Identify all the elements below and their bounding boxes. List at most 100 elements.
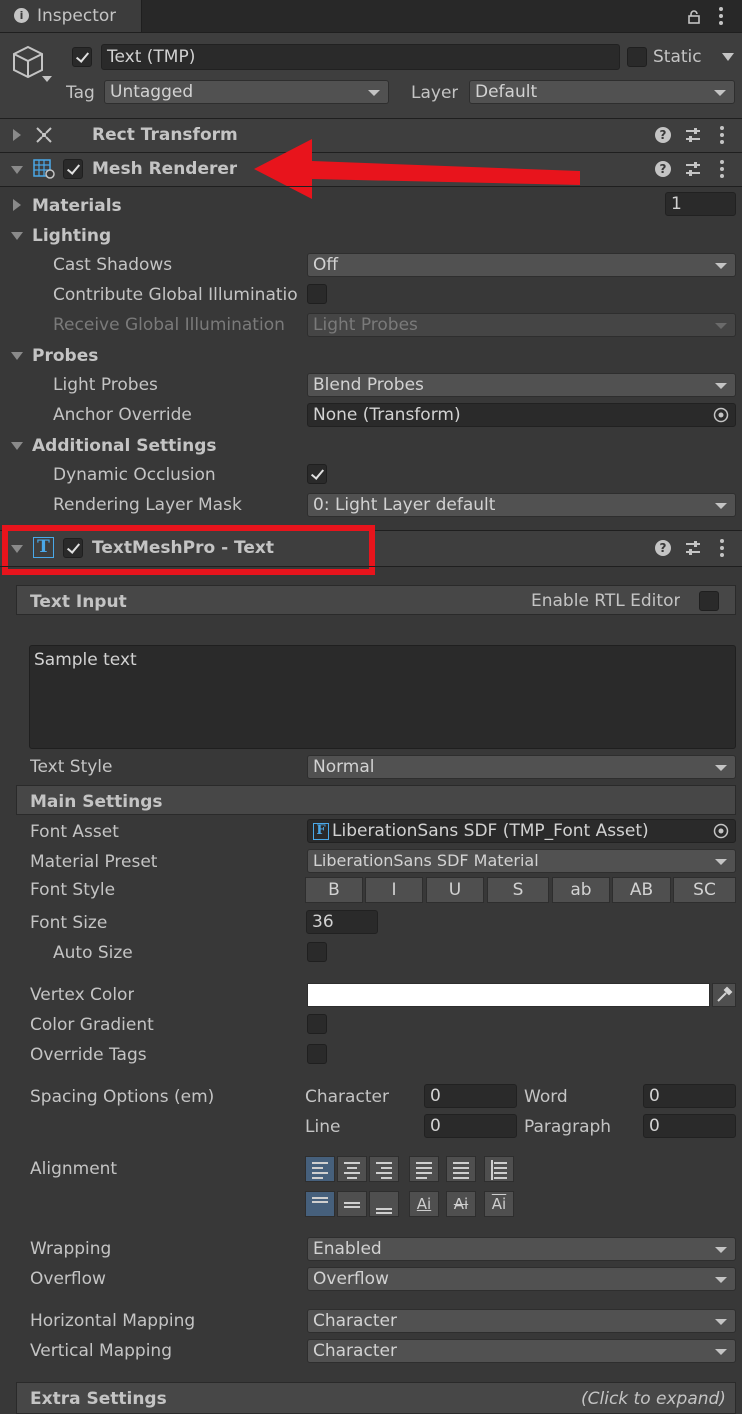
align-bottom-button[interactable] [369,1191,399,1217]
material-preset-dropdown[interactable]: LiberationSans SDF Material [307,849,736,873]
line-spacing-field[interactable]: 0 [424,1114,517,1138]
align-flush-button[interactable] [446,1156,476,1182]
chevron-down-icon [714,90,726,96]
font-style-uppercase-button[interactable]: AB [612,877,671,903]
vertex-color-swatch[interactable] [307,983,710,1007]
font-style-lowercase-button[interactable]: ab [552,877,610,903]
font-style-strikethrough-button[interactable]: S [487,877,549,903]
chevron-down-icon [715,1319,727,1325]
font-asset-field[interactable]: F LiberationSans SDF (TMP_Font Asset) [307,819,736,843]
align-baseline-button[interactable]: Ai [409,1191,439,1217]
light-probes-dropdown[interactable]: Blend Probes [307,373,736,397]
component-menu-icon[interactable] [720,160,724,178]
font-style-label: Font Style [30,880,116,900]
layer-dropdown[interactable]: Default [469,80,735,104]
mesh-renderer-title: Mesh Renderer [92,159,238,179]
dynamic-occlusion-checkbox[interactable] [307,464,327,484]
font-size-field[interactable]: 36 [306,910,378,934]
lock-icon[interactable] [688,9,700,24]
object-active-checkbox[interactable] [72,47,92,67]
probes-label[interactable]: Probes [32,345,98,367]
object-picker-icon[interactable] [713,823,729,839]
lighting-collapse-icon[interactable] [11,232,23,240]
preset-sliders-icon[interactable] [685,161,701,177]
align-capline-button[interactable]: Ai [484,1191,514,1217]
chevron-down-icon [715,263,727,269]
static-dropdown-icon[interactable] [722,53,734,61]
light-probes-label: Light Probes [53,375,158,395]
rtl-editor-label: Enable RTL Editor [531,591,681,611]
font-style-smallcaps-button[interactable]: SC [673,877,736,903]
character-spacing-field[interactable]: 0 [424,1084,517,1108]
component-menu-icon[interactable] [720,539,724,557]
vertical-mapping-dropdown[interactable]: Character [307,1339,736,1363]
tag-value: Untagged [110,82,194,102]
wrapping-label: Wrapping [30,1239,112,1259]
paragraph-spacing-field[interactable]: 0 [643,1114,736,1138]
additional-collapse-icon[interactable] [11,442,23,450]
help-icon[interactable]: ? [655,127,671,143]
tag-dropdown[interactable]: Untagged [104,80,389,104]
font-style-italic-button[interactable]: I [365,877,423,903]
override-tags-label: Override Tags [30,1045,147,1065]
lighting-label[interactable]: Lighting [32,225,111,247]
eyedropper-icon[interactable] [712,983,736,1007]
rendering-layer-dropdown[interactable]: 0: Light Layer default [307,493,736,517]
align-center-button[interactable] [337,1156,367,1182]
object-name-field[interactable]: Text (TMP) [101,44,620,70]
vertical-mapping-label: Vertical Mapping [30,1341,172,1361]
align-top-button[interactable] [305,1191,335,1217]
align-justified-button[interactable] [409,1156,439,1182]
override-tags-checkbox[interactable] [307,1044,327,1064]
preset-sliders-icon[interactable] [685,127,701,143]
extra-settings-hint: (Click to expand) [581,1389,726,1409]
text-input-area[interactable]: Sample text [29,645,736,749]
rendering-layer-label: Rendering Layer Mask [53,495,242,515]
additional-settings-label[interactable]: Additional Settings [32,435,217,457]
color-gradient-checkbox[interactable] [307,1014,327,1034]
materials-expand-icon[interactable] [13,199,21,211]
preset-sliders-icon[interactable] [685,540,701,556]
receive-gi-value: Light Probes [313,315,418,335]
word-spacing-field[interactable]: 0 [643,1084,736,1108]
object-picker-icon[interactable] [713,407,729,423]
mesh-renderer-enabled-checkbox[interactable] [63,159,83,179]
overflow-dropdown[interactable]: Overflow [307,1267,736,1291]
text-input-value: Sample text [34,650,137,670]
contribute-gi-checkbox[interactable] [307,284,327,304]
rect-transform-title: Rect Transform [92,125,238,145]
align-midline-button[interactable]: Ai [446,1191,476,1217]
align-middle-button[interactable] [337,1191,367,1217]
static-checkbox[interactable] [627,47,647,67]
probes-collapse-icon[interactable] [11,352,23,360]
text-style-dropdown[interactable]: Normal [307,755,736,779]
chevron-down-icon [715,1247,727,1253]
expand-arrow-icon[interactable] [13,129,21,141]
align-geometry-center-button[interactable] [484,1156,514,1182]
anchor-override-field[interactable]: None (Transform) [307,403,736,427]
divider [0,186,742,187]
chevron-down-icon [715,1349,727,1355]
help-icon[interactable]: ? [655,540,671,556]
divider [0,566,742,567]
spacing-options-label: Spacing Options (em) [30,1087,215,1107]
rtl-editor-checkbox[interactable] [699,591,719,611]
auto-size-label: Auto Size [53,943,133,963]
materials-label[interactable]: Materials [32,195,122,217]
horizontal-mapping-dropdown[interactable]: Character [307,1309,736,1333]
font-style-underline-button[interactable]: U [426,877,484,903]
cast-shadows-dropdown[interactable]: Off [307,253,736,277]
gameobject-cube-icon[interactable] [10,44,52,86]
component-menu-icon[interactable] [720,126,724,144]
help-icon[interactable]: ? [655,161,671,177]
wrapping-dropdown[interactable]: Enabled [307,1237,736,1261]
inspector-tab[interactable]: i Inspector [0,0,142,32]
auto-size-checkbox[interactable] [307,942,327,962]
font-style-bold-button[interactable]: B [305,877,363,903]
align-right-button[interactable] [369,1156,399,1182]
materials-count-field[interactable]: 1 [665,192,736,216]
collapse-arrow-icon[interactable] [11,166,23,174]
font-asset-label: Font Asset [30,822,119,842]
align-left-button[interactable] [305,1156,335,1182]
tab-menu-icon[interactable] [719,7,723,25]
